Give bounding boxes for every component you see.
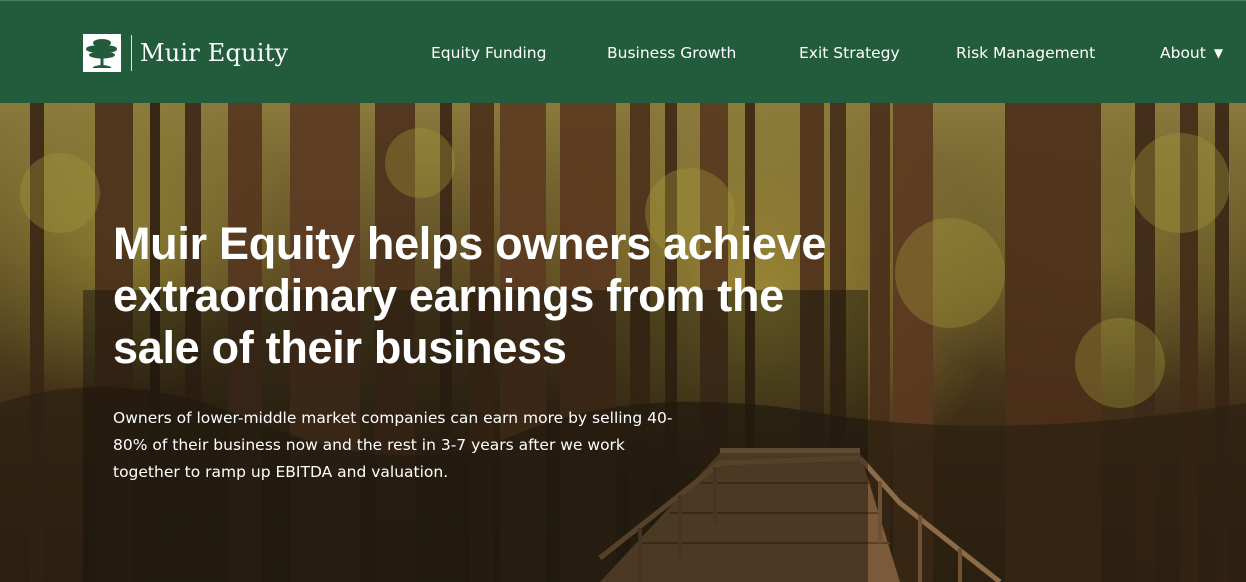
main-nav: Equity Funding Business Growth Exit Stra… (0, 42, 1246, 64)
nav-item-risk-management[interactable]: Risk Management (956, 42, 1095, 64)
hero-subtitle: Owners of lower-middle market companies … (113, 409, 673, 481)
nav-item-exit-strategy[interactable]: Exit Strategy (799, 42, 900, 64)
hero-title: Muir Equity helps owners achieve extraor… (113, 218, 827, 373)
nav-item-equity-funding[interactable]: Equity Funding (431, 42, 546, 64)
page: Muir Equity Equity Funding Business Grow… (0, 0, 1246, 582)
nav-item-about-label: About (1160, 44, 1206, 62)
site-header: Muir Equity Equity Funding Business Grow… (0, 0, 1246, 103)
nav-item-business-growth[interactable]: Business Growth (607, 42, 736, 64)
nav-item-about[interactable]: About ▼ (1160, 42, 1223, 64)
caret-down-icon: ▼ (1213, 46, 1224, 60)
